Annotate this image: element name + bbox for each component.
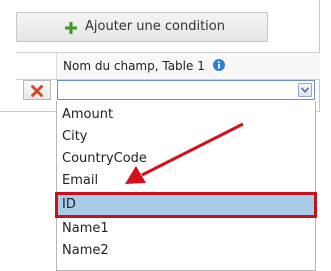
field-select[interactable] xyxy=(57,80,315,100)
column-header: Nom du champ, Table 1 xyxy=(56,53,320,79)
chevron-down-icon xyxy=(301,87,309,93)
option-id[interactable]: ID xyxy=(55,192,317,218)
dropdown-button[interactable] xyxy=(298,83,312,97)
add-condition-label: Ajouter une condition xyxy=(85,19,225,34)
info-icon[interactable] xyxy=(213,59,225,71)
close-icon xyxy=(31,85,43,97)
column-header-label: Nom du champ, Table 1 xyxy=(63,59,205,73)
delete-condition-button[interactable] xyxy=(23,80,51,100)
field-options-list[interactable]: Amount City CountryCode Email ID Name1 N… xyxy=(55,101,317,271)
option-city[interactable]: City xyxy=(57,126,315,148)
option-email[interactable]: Email xyxy=(57,170,315,192)
plus-icon xyxy=(65,22,77,34)
option-name1[interactable]: Name1 xyxy=(57,218,315,240)
option-name2[interactable]: Name2 xyxy=(57,240,315,262)
option-countrycode[interactable]: CountryCode xyxy=(57,148,315,170)
option-amount[interactable]: Amount xyxy=(57,104,315,126)
add-condition-button[interactable]: Ajouter une condition xyxy=(16,12,268,42)
